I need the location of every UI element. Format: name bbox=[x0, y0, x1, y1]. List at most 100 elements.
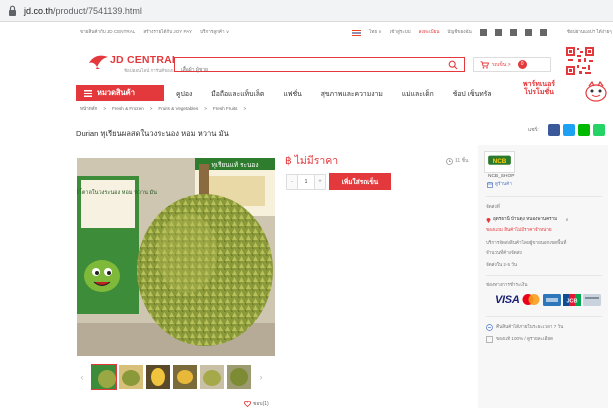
jd-bird-logo-icon bbox=[89, 55, 108, 69]
top-utility-bar: ขายสินค้ากับ JD CENTRAL สร้างรายได้กับ J… bbox=[0, 24, 613, 41]
thumbnail-strip: ‹ › bbox=[75, 364, 268, 390]
youtube-icon[interactable] bbox=[509, 29, 517, 36]
language-select[interactable]: ไทย ∨ bbox=[369, 29, 382, 36]
sales-count: 11 ชิ้น bbox=[446, 157, 468, 165]
search-box bbox=[174, 57, 465, 77]
login-link[interactable]: เข้าสู่ระบบ bbox=[390, 29, 411, 36]
nav-item-fashion[interactable]: แฟชั่น bbox=[283, 88, 301, 99]
add-to-cart-button[interactable]: เพิ่มใส่รถเข็น bbox=[329, 173, 391, 190]
ship-header: จัดส่งที่ bbox=[486, 204, 500, 209]
nav-item-shop-central[interactable]: ช้อป เซ็นทรัล bbox=[453, 88, 492, 99]
app-qr-code bbox=[565, 46, 595, 76]
breadcrumb-fruits-vegetables[interactable]: Fruits & Vegetables bbox=[158, 106, 198, 113]
share-bar: แชร์: bbox=[528, 124, 605, 136]
thumb-prev-arrow-icon[interactable]: ‹ bbox=[75, 372, 89, 382]
cart-icon bbox=[480, 60, 489, 69]
joypay-link[interactable]: สร้างรายได้กับ JOY PAY bbox=[143, 29, 192, 36]
thumbnail-4[interactable] bbox=[173, 365, 197, 389]
search-icon[interactable] bbox=[448, 60, 458, 70]
thumbnail-3[interactable] bbox=[146, 365, 170, 389]
thumbnail-1[interactable] bbox=[91, 364, 117, 390]
durian-photo: ทุเรียนแท้ ระนอง ทุเรียนนำ้ตาลในวงระนอง … bbox=[77, 158, 275, 356]
card-icon bbox=[583, 293, 602, 306]
cart-label: รถเข็น > bbox=[492, 61, 511, 68]
favorite-button[interactable]: ชอบ(1) bbox=[244, 400, 269, 408]
twitter-icon[interactable] bbox=[539, 29, 547, 36]
mascot-icon bbox=[585, 80, 607, 102]
nav-item-mobiles[interactable]: มือถือและแท็บเล็ต bbox=[211, 88, 264, 99]
product-title: Durian ทุเรียนผลสดในวงระนอง หอม หวาน มัน bbox=[76, 129, 229, 138]
share-label: แชร์: bbox=[528, 127, 539, 133]
nav-item-health-beauty[interactable]: สุขภาพและความงาม bbox=[321, 88, 383, 99]
lock-icon bbox=[9, 5, 16, 16]
thai-flag-icon bbox=[352, 29, 361, 36]
register-link[interactable]: ลงทะเบียน bbox=[419, 29, 440, 36]
search-input[interactable] bbox=[175, 63, 425, 77]
service-line-1: บริการจัดส่งสินค้าโดยผู้ขายนอกเขตพื้นที่ bbox=[486, 240, 567, 245]
shop-logo[interactable]: NCB bbox=[484, 151, 515, 173]
nav-item-mom-baby[interactable]: แม่และเด็ก bbox=[402, 88, 434, 99]
sign-text-small: ทุเรียนนำ้ตาลในวงระนอง หอม หวาน มัน bbox=[77, 188, 157, 196]
thumb-next-arrow-icon[interactable]: › bbox=[254, 372, 268, 382]
clock-icon bbox=[446, 157, 453, 165]
my-account-link[interactable]: บัญชีของฉัน bbox=[447, 29, 471, 36]
service-line-2: จำนวนที่ค้างจัดส่ง bbox=[486, 250, 522, 255]
divider bbox=[486, 316, 602, 317]
chevron-down-icon: ∨ bbox=[565, 216, 569, 222]
breadcrumb-fresh-frozen[interactable]: Fresh & Frozen bbox=[112, 106, 144, 113]
svg-text:NCB: NCB bbox=[493, 158, 507, 165]
line-icon[interactable] bbox=[524, 29, 532, 36]
cart-button[interactable]: รถเข็น > 0 bbox=[473, 57, 551, 72]
partner-promo-link[interactable]: พาร์ทเนอร์ โปรโมชั่น bbox=[523, 81, 555, 97]
divider bbox=[486, 196, 602, 197]
qty-plus-button[interactable]: + bbox=[314, 174, 326, 190]
breadcrumb-home[interactable]: หน้าหลัก bbox=[80, 106, 97, 113]
divider bbox=[486, 275, 602, 276]
location-pin-icon bbox=[486, 217, 491, 223]
return-icon bbox=[486, 324, 493, 331]
product-main-image[interactable]: ทุเรียนแท้ ระนอง ทุเรียนนำ้ตาลในวงระนอง … bbox=[77, 158, 275, 356]
breadcrumb-fresh-fruits[interactable]: Fresh Fruits bbox=[213, 106, 238, 113]
ship-location[interactable]: อุดรธานี บ้านดุง หนองพานคราม ∨ bbox=[486, 216, 569, 223]
instagram-icon[interactable] bbox=[494, 29, 502, 36]
main-nav: คูปอง มือถือและแท็บเล็ต แฟชั่น สุขภาพและ… bbox=[176, 88, 511, 99]
app-download-link[interactable]: ช้อปผ่านแอปฯ ได้ง่ายๆ bbox=[567, 29, 612, 36]
store-icon bbox=[487, 181, 493, 188]
thumbnail-5[interactable] bbox=[200, 365, 224, 389]
heart-icon bbox=[244, 401, 251, 407]
qty-value-input[interactable]: 1 bbox=[298, 174, 314, 190]
category-menu-button[interactable]: หมวดสินค้า bbox=[76, 85, 164, 101]
delivery-time: จัดส่งใน 2-5 วัน bbox=[486, 262, 518, 267]
payment-header: ช่องทางการชำระเงิน bbox=[486, 282, 528, 287]
authentic-guarantee[interactable]: ของแท้ 100% / ดูรายละเอียด bbox=[486, 336, 553, 343]
thumbnail-2[interactable] bbox=[119, 365, 143, 389]
customer-service-link[interactable]: บริการลูกค้า ∨ bbox=[200, 29, 229, 36]
nav-item-coupons[interactable]: คูปอง bbox=[176, 88, 192, 99]
twitter-share-icon[interactable] bbox=[562, 124, 575, 136]
browser-address-bar[interactable]: jd.co.th/product/7541139.html bbox=[0, 0, 613, 22]
cart-count-badge: 0 bbox=[517, 60, 527, 69]
shop-name[interactable]: NCB_SHOP bbox=[488, 174, 514, 179]
thumbnail-6[interactable] bbox=[227, 365, 251, 389]
url-text: jd.co.th/product/7541139.html bbox=[24, 5, 142, 16]
whatsapp-share-icon[interactable] bbox=[592, 124, 605, 136]
menu-icon bbox=[84, 89, 92, 97]
svg-text:JCB: JCB bbox=[567, 298, 578, 304]
sell-link[interactable]: ขายสินค้ากับ JD CENTRAL bbox=[80, 29, 135, 36]
line-share-icon[interactable] bbox=[577, 124, 590, 136]
qty-minus-button[interactable]: - bbox=[286, 174, 298, 190]
sign-text-top: ทุเรียนแท้ ระนอง bbox=[211, 161, 258, 169]
visa-logo: VISA bbox=[495, 293, 520, 306]
ship-note-link[interactable]: ของแถม สินค้าไม่มีราคาจำหน่าย bbox=[486, 227, 552, 234]
payment-methods: VISA JCB bbox=[495, 293, 602, 306]
visit-shop-link[interactable]: ดูร้านค้า bbox=[487, 181, 512, 188]
mastercard-icon bbox=[522, 294, 540, 305]
jcb-icon: JCB bbox=[563, 293, 582, 306]
facebook-icon[interactable] bbox=[479, 29, 487, 36]
breadcrumb: หน้าหลัก > Fresh & Frozen > Fruits & Veg… bbox=[80, 106, 247, 113]
amex-icon bbox=[543, 293, 562, 306]
quantity-stepper: - 1 + bbox=[286, 174, 326, 190]
facebook-share-icon[interactable] bbox=[547, 124, 560, 136]
jd-central-logo[interactable]: JD CENTRAL ช้อปออนไลน์ การันตีของแท้ bbox=[88, 50, 188, 78]
return-policy: คืนสินค้าได้ภายในระยะเวลา 7 วัน bbox=[486, 324, 563, 331]
